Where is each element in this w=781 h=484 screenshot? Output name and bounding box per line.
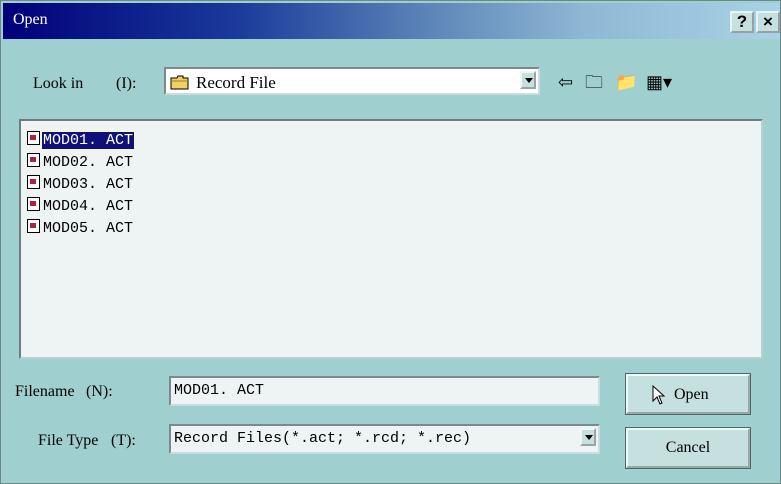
filename-mnemonic: (N):	[86, 383, 113, 400]
file-icon	[27, 131, 40, 145]
look-in-combo[interactable]: Record File	[164, 67, 540, 95]
filetype-label: File Type	[38, 432, 99, 449]
open-button[interactable]: Open	[625, 373, 751, 415]
up-folder-icon[interactable]: 🗀	[585, 73, 603, 91]
new-folder-icon[interactable]: 📁	[615, 73, 637, 91]
file-item-mod04[interactable]: MOD04. ACT	[27, 197, 134, 217]
file-list[interactable]: MOD01. ACT MOD02. ACT MOD03. ACT MOD04. …	[19, 119, 763, 359]
look-in-dropdown-button[interactable]	[520, 71, 536, 89]
file-name: MOD01. ACT	[40, 131, 136, 150]
file-name: MOD03. ACT	[43, 176, 134, 193]
window-title: Open	[13, 11, 48, 28]
file-icon	[27, 175, 40, 189]
filename-label: Filename	[15, 383, 75, 400]
open-dialog: Open ? × Look in (I): Record File ⇦ 🗀 📁 …	[0, 0, 781, 484]
title-bar[interactable]: Open ? ×	[3, 3, 780, 39]
filename-value: MOD01. ACT	[174, 382, 265, 399]
file-item-mod02[interactable]: MOD02. ACT	[27, 153, 134, 173]
help-button[interactable]: ?	[730, 11, 754, 33]
filename-field[interactable]: MOD01. ACT	[169, 376, 600, 406]
filetype-mnemonic: (T):	[111, 432, 136, 449]
look-in-label: Look in	[33, 75, 84, 92]
filetype-dropdown-button[interactable]	[580, 428, 596, 446]
cancel-button[interactable]: Cancel	[625, 427, 751, 469]
back-icon[interactable]: ⇦	[558, 73, 573, 91]
filetype-combo[interactable]: Record Files(*.act; *.rcd; *.rec)	[169, 424, 600, 454]
look-in-mnemonic: (I):	[116, 75, 137, 92]
file-item-mod01[interactable]: MOD01. ACT	[27, 131, 136, 151]
file-name: MOD05. ACT	[43, 220, 134, 237]
close-button[interactable]: ×	[756, 11, 780, 33]
file-item-mod03[interactable]: MOD03. ACT	[27, 175, 134, 195]
file-icon	[27, 219, 40, 233]
file-icon	[27, 153, 40, 167]
filetype-value: Record Files(*.act; *.rcd; *.rec)	[174, 430, 472, 447]
open-button-label: Open	[674, 386, 709, 403]
file-name: MOD02. ACT	[43, 154, 134, 171]
folder-icon	[170, 75, 190, 95]
view-menu-icon[interactable]: ▦▾	[646, 73, 672, 91]
look-in-value: Record File	[196, 73, 276, 92]
file-name: MOD04. ACT	[43, 198, 134, 215]
file-icon	[27, 197, 40, 211]
file-item-mod05[interactable]: MOD05. ACT	[27, 219, 134, 239]
cursor-icon	[652, 384, 666, 410]
